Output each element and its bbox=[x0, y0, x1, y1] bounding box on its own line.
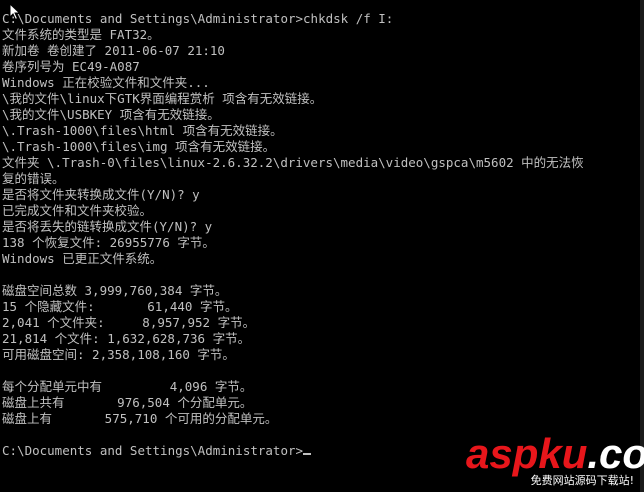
console-line: 文件夹 \.Trash-0\files\linux-2.6.32.2\drive… bbox=[2, 155, 584, 170]
console-line: 磁盘空间总数 3,999,760,384 字节。 bbox=[2, 283, 228, 298]
prompt-text: C:\Documents and Settings\Administrator> bbox=[2, 443, 304, 458]
console-line: Windows 正在校验文件和文件夹... bbox=[2, 75, 210, 90]
console-line: 是否将丢失的链转换成文件(Y/N)? y bbox=[2, 219, 213, 234]
console-line: 是否将文件夹转换成文件(Y/N)? y bbox=[2, 187, 200, 202]
console-line: \我的文件\linux下GTK界面编程赏析 项含有无效链接。 bbox=[2, 91, 323, 106]
console-line: Windows 已更正文件系统。 bbox=[2, 251, 163, 266]
console-line: 已完成文件和文件夹校验。 bbox=[2, 203, 153, 218]
console-output: C:\Documents and Settings\Administrator>… bbox=[2, 11, 584, 459]
console-line: C:\Documents and Settings\Administrator>… bbox=[2, 11, 394, 26]
text-cursor bbox=[303, 453, 312, 455]
command-prompt-window[interactable]: C:\Documents and Settings\Administrator>… bbox=[0, 0, 644, 492]
mouse-pointer-icon bbox=[9, 3, 21, 21]
console-line: 每个分配单元中有 4,096 字节。 bbox=[2, 379, 253, 394]
console-line: 卷序列号为 EC49-A087 bbox=[2, 59, 140, 74]
console-line: 可用磁盘空间: 2,358,108,160 字节。 bbox=[2, 347, 235, 362]
console-line: 新加卷 卷创建了 2011-06-07 21:10 bbox=[2, 43, 225, 58]
watermark-brand: aspku.com bbox=[466, 430, 644, 477]
console-line: 15 个隐藏文件: 61,440 字节。 bbox=[2, 299, 238, 314]
console-line: \我的文件\USBKEY 项含有无效链接。 bbox=[2, 107, 220, 122]
console-line: \.Trash-1000\files\img 项含有无效链接。 bbox=[2, 139, 276, 154]
console-line: 21,814 个文件: 1,632,628,736 字节。 bbox=[2, 331, 251, 346]
console-line: \.Trash-1000\files\html 项含有无效链接。 bbox=[2, 123, 283, 138]
watermark-logo: aspku.com 免费网站源码下载站! bbox=[466, 430, 644, 488]
console-line: 文件系统的类型是 FAT32。 bbox=[2, 27, 160, 42]
console-line: 磁盘上共有 976,504 个分配单元。 bbox=[2, 395, 253, 410]
console-line: 138 个恢复文件: 26955776 字节。 bbox=[2, 235, 215, 250]
console-line: 复的错误。 bbox=[2, 171, 65, 186]
console-line: 2,041 个文件夹: 8,957,952 字节。 bbox=[2, 315, 256, 330]
console-line: 磁盘上有 575,710 个可用的分配单元。 bbox=[2, 411, 278, 426]
scrollbar[interactable] bbox=[640, 0, 644, 492]
